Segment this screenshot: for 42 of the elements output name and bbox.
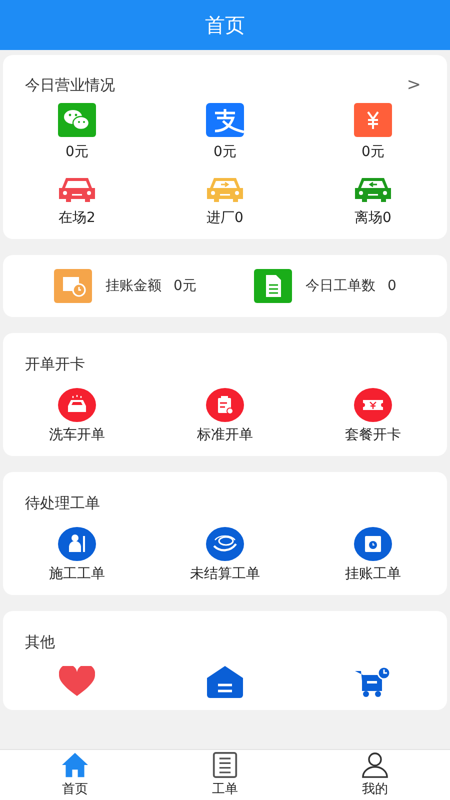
summary-value: 0元 bbox=[174, 277, 196, 295]
section-title: 今日营业情况 bbox=[25, 76, 115, 94]
shortcut-button[interactable]: 标准开单 bbox=[151, 388, 299, 444]
section-title: 开单开卡 bbox=[24, 355, 86, 374]
amount-text: 0元 bbox=[362, 143, 384, 161]
home-icon bbox=[60, 752, 90, 778]
document-icon bbox=[210, 752, 240, 778]
shortcut-button[interactable]: 未结算工单 bbox=[151, 527, 299, 583]
cart-clock-icon bbox=[355, 666, 391, 698]
heart-icon bbox=[59, 666, 95, 698]
tab[interactable]: 首页 bbox=[0, 750, 150, 800]
coin-hand-icon bbox=[206, 527, 244, 561]
chevron-button[interactable]: > bbox=[402, 75, 425, 95]
summary-label: 今日工单数 bbox=[306, 277, 376, 295]
section-title: 其他 bbox=[24, 633, 56, 652]
summary-value: 0 bbox=[388, 278, 396, 294]
car-icon bbox=[58, 388, 96, 422]
ticket-icon bbox=[354, 388, 392, 422]
amount-text: 0元 bbox=[66, 143, 88, 161]
user-icon bbox=[360, 752, 390, 778]
page-title: 首页 bbox=[205, 12, 245, 38]
amount-text: 0元 bbox=[214, 143, 236, 161]
tab[interactable]: 我的 bbox=[300, 750, 450, 800]
car-count-text: 在场2 bbox=[58, 209, 96, 227]
worker-icon bbox=[58, 527, 96, 561]
yuan-icon bbox=[354, 103, 392, 137]
shortcut-button[interactable]: 挂账工单 bbox=[299, 527, 447, 583]
warehouse-icon bbox=[207, 666, 243, 698]
clipboard-icon bbox=[206, 388, 244, 422]
shortcut-button[interactable]: 施工工单 bbox=[3, 527, 151, 583]
shortcut-button[interactable]: 洗车开单 bbox=[3, 388, 151, 444]
summary-label: 挂账金额 bbox=[106, 277, 162, 295]
tab[interactable]: 工单 bbox=[150, 750, 300, 800]
section-title: 待处理工单 bbox=[24, 494, 101, 513]
document-icon bbox=[254, 269, 292, 303]
car-count-text: 进厂0 bbox=[206, 209, 244, 227]
clock-card-icon bbox=[354, 527, 392, 561]
shortcut-button[interactable]: 套餐开卡 bbox=[299, 388, 447, 444]
car-count-text: 离场0 bbox=[354, 209, 392, 227]
chat-bubbles-icon bbox=[58, 103, 96, 137]
bill-clock-icon bbox=[54, 269, 92, 303]
payment-app-icon bbox=[206, 103, 244, 137]
